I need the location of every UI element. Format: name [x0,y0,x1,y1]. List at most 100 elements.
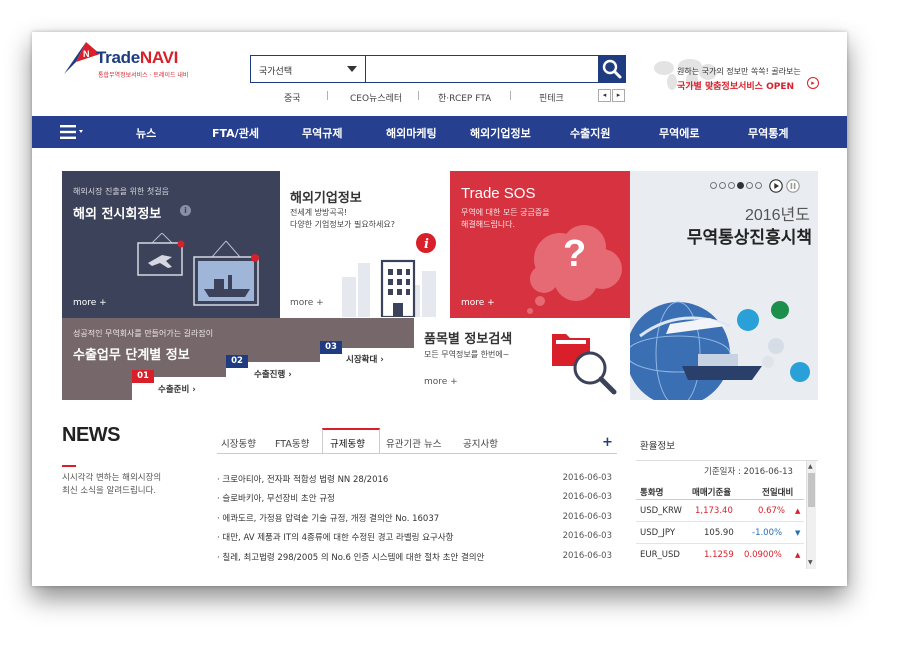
news-item[interactable]: · 대만, AV 제품과 IT의 4종류에 대한 수정된 경고 라벨링 요구사항… [217,531,612,545]
news-item[interactable]: · 칠레, 최고법령 298/2005 의 No.6 인증 시스템에 대한 절차… [217,551,612,565]
scroll-up-icon[interactable]: ▲ [808,463,813,470]
add-more-icon[interactable]: + [602,435,613,450]
question-mark: ? [563,233,587,275]
scrollbar-thumb[interactable] [808,473,815,507]
logo-brand-trade: Trade [96,48,140,67]
news-item-date: 2016-06-03 [562,492,612,502]
info-icon[interactable]: i [180,205,191,216]
arrow-down-icon: ▼ [795,529,801,537]
carousel-dot[interactable] [755,182,762,189]
promo-text: 원하는 국가의 정보만 쏙쏙! 골라보는 [677,67,801,76]
news-accent-bar [62,465,76,467]
banner-year: 2016년도 [744,207,810,224]
play-icon[interactable] [769,179,783,193]
tile-item-search[interactable]: 품목별 정보검색 모든 무역정보를 한번에~ more + [414,318,630,400]
exchange-rate-panel: 기준일자 : 2016-06-13 통화명 매매기준율 전일대비 USD_KRW… [636,460,818,569]
search-input[interactable] [367,56,597,82]
scrollbar[interactable]: ▲ ▼ [806,461,816,569]
carousel-controls [710,179,814,193]
tile-kicker: 해외시장 진출을 위한 첫걸음 [73,187,169,196]
keyword-link[interactable]: 중국 [284,91,301,104]
tile-desc: 전세계 방방곡곡! [290,208,348,217]
carousel-dot[interactable] [746,182,753,189]
exchange-row: EUR_USD 1.1259 0.0900% ▲ [640,550,802,564]
nav-item-fta[interactable]: FTA/관세 [212,125,259,141]
promo-arrow-icon[interactable]: ▸ [807,77,819,89]
scroll-down-icon[interactable]: ▼ [808,559,813,566]
carousel-dot[interactable] [710,182,717,189]
column-header: 통화명 [640,488,664,498]
country-select-label: 국가선택 [259,67,293,77]
step-link-progress[interactable]: 수출진행 › [254,368,292,380]
news-item-title: · 슬로바키아, 무선장비 초안 규정 [217,494,335,504]
more-link[interactable]: more + [424,377,458,387]
news-title: NEWS [62,424,121,446]
nav-item-marketing[interactable]: 해외마케팅 [386,125,437,141]
exhibition-frames-icon [137,233,259,306]
tile-title: 수출업무 단계별 정보 [73,348,190,363]
keyword-prev-button[interactable]: ◂ [598,89,611,102]
currency-change: 0.0900% [744,550,782,560]
tile-company-info[interactable]: 해외기업정보 전세계 방방곡곡! 다양한 기업정보가 필요하세요? i more… [280,171,450,318]
keyword-divider: | [417,91,421,101]
exchange-row: USD_KRW 1,173.40 0.67% ▲ [640,506,802,520]
search-button[interactable] [598,55,626,83]
news-item-title: · 에콰도르, 가정용 압력솥 기술 규정, 개정 결의안 No. 16037 [217,514,440,524]
page-frame: N TradeNAVI 통합무역정보서비스 · 트레이드 내비 국가선택 중국 … [32,32,847,586]
tab-market-trends[interactable]: 시장동향 [221,436,256,450]
news-item[interactable]: · 슬로바키아, 무선장비 초안 규정 2016-06-03 [217,492,612,506]
promo-link[interactable]: 국가별 맞춤정보서비스 OPEN [677,79,794,92]
step-number-badge: 03 [320,341,342,354]
keyword-next-button[interactable]: ▸ [612,89,625,102]
row-divider [636,521,804,522]
tile-trade-policy-banner[interactable]: 2016년도 무역통상진흥시책 [630,171,818,400]
news-item-date: 2016-06-03 [562,473,612,483]
tile-export-steps[interactable]: 성공적인 무역회사를 만들어가는 길라잡이 수출업무 단계별 정보 01 02 … [62,318,414,400]
arrow-up-icon: ▲ [795,551,801,559]
keyword-link[interactable]: 핀테크 [539,91,564,104]
more-link[interactable]: more + [73,298,107,308]
news-item-title: · 대만, AV 제품과 IT의 4종류에 대한 수정된 경고 라벨링 요구사항 [217,533,454,543]
news-description-line: 최신 소식을 알려드립니다. [62,486,157,496]
news-item-date: 2016-06-03 [562,531,612,541]
news-item-title: · 크로아티아, 전자파 적합성 법령 NN 28/2016 [217,475,389,485]
keyword-divider: | [326,91,330,101]
menu-icon[interactable] [60,125,84,139]
pause-icon[interactable] [786,179,800,193]
more-link[interactable]: more + [290,298,324,308]
news-description: 시시각각 변하는 해외시장의 최신 소식을 알려드립니다. [62,472,161,498]
carousel-dot-active[interactable] [737,182,744,189]
nav-item-news[interactable]: 뉴스 [136,125,156,141]
building-icon: i [342,233,436,317]
more-link[interactable]: more + [461,298,495,308]
tile-title: Trade SOS [461,185,536,202]
exchange-header-row: 통화명 매매기준율 전일대비 [640,486,802,500]
tab-regulation-trends[interactable]: 규제동향 [330,436,365,450]
nav-item-regulation[interactable]: 무역규제 [302,125,342,141]
nav-item-statistics[interactable]: 무역통계 [748,125,788,141]
step-link-expand[interactable]: 시장확대 › [346,353,384,365]
keyword-link[interactable]: CEO뉴스레터 [350,91,402,104]
news-item[interactable]: · 크로아티아, 전자파 적합성 법령 NN 28/2016 2016-06-03 [217,473,612,487]
step-number-badge: 01 [132,370,154,383]
tab-agency-news[interactable]: 유관기관 뉴스 [386,436,441,450]
nav-item-export-support[interactable]: 수출지원 [570,125,610,141]
tab-notices[interactable]: 공지사항 [463,436,498,450]
tile-trade-sos[interactable]: Trade SOS 무역에 대한 모든 궁금증을 해결해드립니다. ? more… [450,171,630,318]
tile-kicker: 성공적인 무역회사를 만들어가는 길라잡이 [73,329,214,338]
tab-fta-trends[interactable]: FTA동향 [275,436,309,450]
carousel-dot[interactable] [719,182,726,189]
step-number-badge: 02 [226,355,248,368]
nav-item-trade-difficulty[interactable]: 무역에로 [659,125,699,141]
tile-desc: 모든 무역정보를 한번에~ [424,350,510,359]
step-link-prepare[interactable]: 수출준비 › [158,383,196,395]
exchange-row: USD_JPY 105.90 -1.00% ▼ [640,528,802,542]
news-item[interactable]: · 에콰도르, 가정용 압력솥 기술 규정, 개정 결의안 No. 16037 2… [217,512,612,526]
keyword-link[interactable]: 한·RCEP FTA [438,91,491,104]
news-description-line: 시시각각 변하는 해외시장의 [62,473,162,483]
country-select[interactable]: 국가선택 [251,56,366,82]
nav-item-company[interactable]: 해외기업정보 [470,125,531,141]
chevron-down-icon [347,66,357,72]
carousel-dot[interactable] [728,182,735,189]
tile-exhibition[interactable]: 해외시장 진출을 위한 첫걸음 해외 전시회정보 i more + [62,171,280,318]
